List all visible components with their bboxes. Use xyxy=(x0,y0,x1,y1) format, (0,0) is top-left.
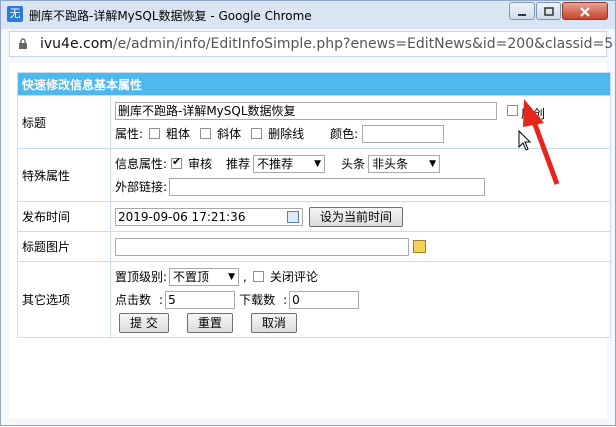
set-now-button[interactable]: 设为当前时间 xyxy=(309,206,404,227)
clicks-colon: : xyxy=(159,292,164,307)
publish-time-input[interactable] xyxy=(115,207,303,226)
cancel-button[interactable]: 取消 xyxy=(250,312,297,333)
minimize-icon xyxy=(518,14,526,16)
clicks-label: 点击数 xyxy=(115,293,152,307)
top-level-select[interactable]: 不置顶 ▼ xyxy=(169,267,240,286)
title-image-input[interactable] xyxy=(115,237,409,256)
bold-label: 粗体 xyxy=(166,127,191,141)
strike-label: 删除线 xyxy=(268,127,305,141)
maximize-button[interactable] xyxy=(536,2,561,20)
headline-select[interactable]: 非头条 ▼ xyxy=(368,154,441,173)
close-comment-checkbox[interactable] xyxy=(252,271,264,282)
headline-label: 头条 xyxy=(341,157,366,171)
audit-label: 审核 xyxy=(188,157,213,171)
page-info-icon[interactable] xyxy=(18,38,28,50)
title-bar[interactable]: 无 删库不跑路-详解MySQL数据恢复 - Google Chrome xyxy=(1,1,615,29)
external-link-label: 外部链接: xyxy=(115,180,168,194)
chevron-down-icon: ▼ xyxy=(314,158,322,169)
recommend-label: 推荐 xyxy=(226,157,251,171)
italic-checkbox[interactable] xyxy=(200,128,212,139)
comma-text: , xyxy=(243,269,247,284)
publish-row-label: 发布时间 xyxy=(17,201,111,232)
app-icon: 无 xyxy=(7,6,23,22)
chevron-down-icon: ▼ xyxy=(429,158,437,169)
other-row-label: 其它选项 xyxy=(17,261,111,338)
strike-checkbox[interactable] xyxy=(251,128,263,139)
title-row-label: 标题 xyxy=(17,95,111,149)
url-text[interactable]: ivu4e.com/e/admin/info/EditInfoSimple.ph… xyxy=(40,36,613,52)
maximize-icon xyxy=(543,7,554,16)
form-header: 快速修改信息基本属性 xyxy=(17,72,611,96)
close-button[interactable] xyxy=(562,2,608,20)
downloads-label: 下载数 xyxy=(239,293,276,307)
italic-label: 斜体 xyxy=(217,127,242,141)
title-input[interactable] xyxy=(115,101,497,120)
recommend-select[interactable]: 不推荐 ▼ xyxy=(253,154,326,173)
calendar-icon[interactable] xyxy=(287,210,299,223)
edit-form-table: 快速修改信息基本属性 标题 原创 属性: 粗体 斜体 xyxy=(17,72,611,338)
title-image-row-label: 标题图片 xyxy=(17,231,111,262)
mouse-cursor-icon xyxy=(518,130,532,151)
special-row-label: 特殊属性 xyxy=(17,148,111,202)
window-title: 删库不跑路-详解MySQL数据恢复 - Google Chrome xyxy=(29,9,312,23)
browser-window: 无 删库不跑路-详解MySQL数据恢复 - Google Chrome ivu4… xyxy=(0,0,616,426)
color-input[interactable] xyxy=(362,124,445,143)
color-label: 颜色: xyxy=(330,127,359,141)
close-icon xyxy=(580,7,590,17)
reset-button[interactable]: 重置 xyxy=(186,312,233,333)
close-comment-label: 关闭评论 xyxy=(269,270,318,284)
external-link-input[interactable] xyxy=(169,177,486,196)
submit-button[interactable]: 提 交 xyxy=(119,312,169,333)
attr-label: 属性: xyxy=(115,127,144,141)
top-level-label: 置顶级别: xyxy=(115,270,168,284)
clicks-input[interactable] xyxy=(165,290,236,309)
original-label: 原创 xyxy=(521,107,546,121)
info-attr-label: 信息属性: xyxy=(115,157,168,171)
downloads-input[interactable] xyxy=(289,290,360,309)
chevron-down-icon: ▼ xyxy=(228,271,236,282)
minimize-button[interactable] xyxy=(509,2,535,20)
audit-checkbox[interactable] xyxy=(171,155,183,169)
page-content: 快速修改信息基本属性 标题 原创 属性: 粗体 斜体 xyxy=(9,63,611,419)
downloads-colon: : xyxy=(283,292,288,307)
address-bar[interactable]: ivu4e.com/e/admin/info/EditInfoSimple.ph… xyxy=(9,31,613,57)
bold-checkbox[interactable] xyxy=(149,128,161,139)
select-image-icon[interactable] xyxy=(413,240,426,253)
original-checkbox[interactable] xyxy=(507,105,518,116)
